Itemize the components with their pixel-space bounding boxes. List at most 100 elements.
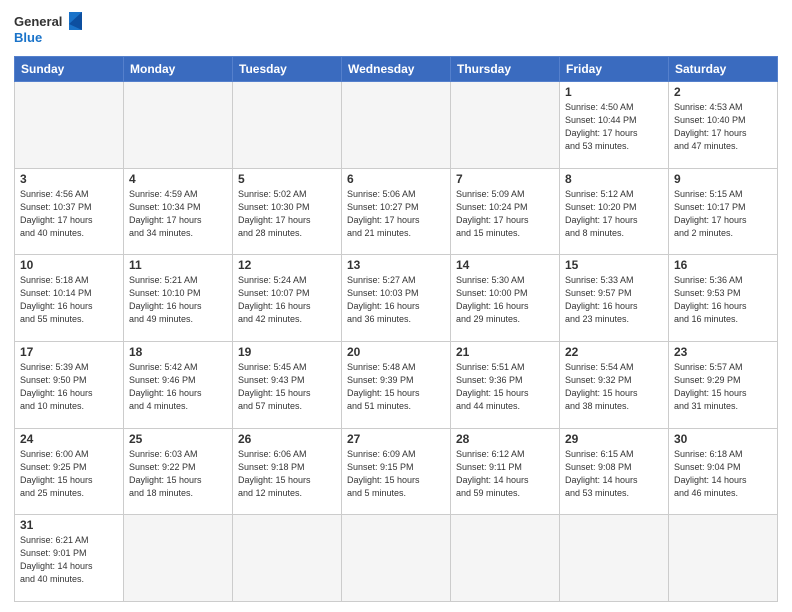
calendar-cell: 19 Sunrise: 5:45 AM Sunset: 9:43 PM Dayli… — [233, 341, 342, 428]
day-info: Sunrise: 5:48 AM Sunset: 9:39 PM Dayligh… — [347, 361, 445, 413]
calendar-cell: 5 Sunrise: 5:02 AM Sunset: 10:30 PM Dayli… — [233, 168, 342, 255]
calendar-cell: 28 Sunrise: 6:12 AM Sunset: 9:11 PM Dayli… — [451, 428, 560, 515]
calendar-cell: 12 Sunrise: 5:24 AM Sunset: 10:07 PM Dayl… — [233, 255, 342, 342]
calendar-cell: 16 Sunrise: 5:36 AM Sunset: 9:53 PM Dayli… — [669, 255, 778, 342]
day-info: Sunrise: 6:06 AM Sunset: 9:18 PM Dayligh… — [238, 448, 336, 500]
day-info: Sunrise: 4:50 AM Sunset: 10:44 PM Daylig… — [565, 101, 663, 153]
day-number: 6 — [347, 172, 445, 186]
day-info: Sunrise: 5:24 AM Sunset: 10:07 PM Daylig… — [238, 274, 336, 326]
day-info: Sunrise: 5:09 AM Sunset: 10:24 PM Daylig… — [456, 188, 554, 240]
day-number: 8 — [565, 172, 663, 186]
day-number: 18 — [129, 345, 227, 359]
day-number: 20 — [347, 345, 445, 359]
calendar-cell — [451, 515, 560, 602]
day-info: Sunrise: 6:18 AM Sunset: 9:04 PM Dayligh… — [674, 448, 772, 500]
calendar-week-3: 17 Sunrise: 5:39 AM Sunset: 9:50 PM Dayli… — [15, 341, 778, 428]
day-info: Sunrise: 5:33 AM Sunset: 9:57 PM Dayligh… — [565, 274, 663, 326]
day-number: 25 — [129, 432, 227, 446]
day-number: 10 — [20, 258, 118, 272]
day-number: 31 — [20, 518, 118, 532]
weekday-header-sunday: Sunday — [15, 57, 124, 82]
calendar-cell — [233, 515, 342, 602]
logo: General Blue — [14, 10, 86, 50]
day-info: Sunrise: 5:42 AM Sunset: 9:46 PM Dayligh… — [129, 361, 227, 413]
day-info: Sunrise: 5:57 AM Sunset: 9:29 PM Dayligh… — [674, 361, 772, 413]
calendar-cell: 20 Sunrise: 5:48 AM Sunset: 9:39 PM Dayli… — [342, 341, 451, 428]
day-info: Sunrise: 5:02 AM Sunset: 10:30 PM Daylig… — [238, 188, 336, 240]
day-number: 26 — [238, 432, 336, 446]
weekday-header-thursday: Thursday — [451, 57, 560, 82]
day-number: 3 — [20, 172, 118, 186]
calendar-cell: 6Sunrise: 5:06 AM Sunset: 10:27 PM Dayli… — [342, 168, 451, 255]
day-info: Sunrise: 6:12 AM Sunset: 9:11 PM Dayligh… — [456, 448, 554, 500]
calendar-cell: 23 Sunrise: 5:57 AM Sunset: 9:29 PM Dayli… — [669, 341, 778, 428]
calendar-cell: 24Sunrise: 6:00 AM Sunset: 9:25 PM Dayli… — [15, 428, 124, 515]
calendar-cell: 21 Sunrise: 5:51 AM Sunset: 9:36 PM Dayli… — [451, 341, 560, 428]
day-number: 30 — [674, 432, 772, 446]
calendar-cell: 31Sunrise: 6:21 AM Sunset: 9:01 PM Dayli… — [15, 515, 124, 602]
day-info: Sunrise: 4:53 AM Sunset: 10:40 PM Daylig… — [674, 101, 772, 153]
day-number: 22 — [565, 345, 663, 359]
calendar-cell: 18 Sunrise: 5:42 AM Sunset: 9:46 PM Dayli… — [124, 341, 233, 428]
calendar-cell: 17 Sunrise: 5:39 AM Sunset: 9:50 PM Dayli… — [15, 341, 124, 428]
day-info: Sunrise: 5:18 AM Sunset: 10:14 PM Daylig… — [20, 274, 118, 326]
calendar-cell: 14 Sunrise: 5:30 AM Sunset: 10:00 PM Dayl… — [451, 255, 560, 342]
calendar-cell — [342, 515, 451, 602]
day-number: 19 — [238, 345, 336, 359]
calendar-cell: 29Sunrise: 6:15 AM Sunset: 9:08 PM Dayli… — [560, 428, 669, 515]
day-number: 4 — [129, 172, 227, 186]
day-number: 16 — [674, 258, 772, 272]
calendar-week-1: 3Sunrise: 4:56 AM Sunset: 10:37 PM Dayli… — [15, 168, 778, 255]
calendar-cell: 11 Sunrise: 5:21 AM Sunset: 10:10 PM Dayl… — [124, 255, 233, 342]
day-number: 21 — [456, 345, 554, 359]
day-info: Sunrise: 5:21 AM Sunset: 10:10 PM Daylig… — [129, 274, 227, 326]
day-number: 2 — [674, 85, 772, 99]
day-info: Sunrise: 5:30 AM Sunset: 10:00 PM Daylig… — [456, 274, 554, 326]
calendar-cell: 26 Sunrise: 6:06 AM Sunset: 9:18 PM Dayli… — [233, 428, 342, 515]
calendar-week-2: 10 Sunrise: 5:18 AM Sunset: 10:14 PM Dayl… — [15, 255, 778, 342]
page: General Blue SundayMondayTuesdayWednesda… — [0, 0, 792, 612]
calendar-cell: 4 Sunrise: 4:59 AM Sunset: 10:34 PM Dayli… — [124, 168, 233, 255]
day-info: Sunrise: 4:59 AM Sunset: 10:34 PM Daylig… — [129, 188, 227, 240]
weekday-header-row: SundayMondayTuesdayWednesdayThursdayFrid… — [15, 57, 778, 82]
day-number: 12 — [238, 258, 336, 272]
day-info: Sunrise: 5:27 AM Sunset: 10:03 PM Daylig… — [347, 274, 445, 326]
calendar-cell: 15Sunrise: 5:33 AM Sunset: 9:57 PM Dayli… — [560, 255, 669, 342]
calendar-cell — [124, 82, 233, 169]
calendar-cell: 10 Sunrise: 5:18 AM Sunset: 10:14 PM Dayl… — [15, 255, 124, 342]
day-number: 17 — [20, 345, 118, 359]
day-number: 1 — [565, 85, 663, 99]
header: General Blue — [14, 10, 778, 50]
calendar-cell — [342, 82, 451, 169]
day-info: Sunrise: 5:36 AM Sunset: 9:53 PM Dayligh… — [674, 274, 772, 326]
day-info: Sunrise: 6:03 AM Sunset: 9:22 PM Dayligh… — [129, 448, 227, 500]
calendar-cell: 8 Sunrise: 5:12 AM Sunset: 10:20 PM Dayli… — [560, 168, 669, 255]
generalblue-logo-icon: General Blue — [14, 10, 86, 50]
weekday-header-friday: Friday — [560, 57, 669, 82]
day-number: 5 — [238, 172, 336, 186]
calendar-cell — [669, 515, 778, 602]
weekday-header-monday: Monday — [124, 57, 233, 82]
day-info: Sunrise: 5:54 AM Sunset: 9:32 PM Dayligh… — [565, 361, 663, 413]
day-number: 27 — [347, 432, 445, 446]
day-info: Sunrise: 5:45 AM Sunset: 9:43 PM Dayligh… — [238, 361, 336, 413]
day-info: Sunrise: 5:12 AM Sunset: 10:20 PM Daylig… — [565, 188, 663, 240]
calendar-cell: 7Sunrise: 5:09 AM Sunset: 10:24 PM Dayli… — [451, 168, 560, 255]
day-number: 9 — [674, 172, 772, 186]
calendar-cell: 1 Sunrise: 4:50 AM Sunset: 10:44 PM Dayli… — [560, 82, 669, 169]
calendar-cell — [560, 515, 669, 602]
calendar-cell — [124, 515, 233, 602]
day-number: 14 — [456, 258, 554, 272]
day-number: 11 — [129, 258, 227, 272]
calendar-cell — [451, 82, 560, 169]
day-number: 23 — [674, 345, 772, 359]
day-number: 24 — [20, 432, 118, 446]
calendar-table: SundayMondayTuesdayWednesdayThursdayFrid… — [14, 56, 778, 602]
day-number: 28 — [456, 432, 554, 446]
calendar-cell: 2 Sunrise: 4:53 AM Sunset: 10:40 PM Dayli… — [669, 82, 778, 169]
day-info: Sunrise: 5:39 AM Sunset: 9:50 PM Dayligh… — [20, 361, 118, 413]
weekday-header-tuesday: Tuesday — [233, 57, 342, 82]
calendar-cell — [233, 82, 342, 169]
day-info: Sunrise: 5:51 AM Sunset: 9:36 PM Dayligh… — [456, 361, 554, 413]
calendar-week-0: 1 Sunrise: 4:50 AM Sunset: 10:44 PM Dayli… — [15, 82, 778, 169]
